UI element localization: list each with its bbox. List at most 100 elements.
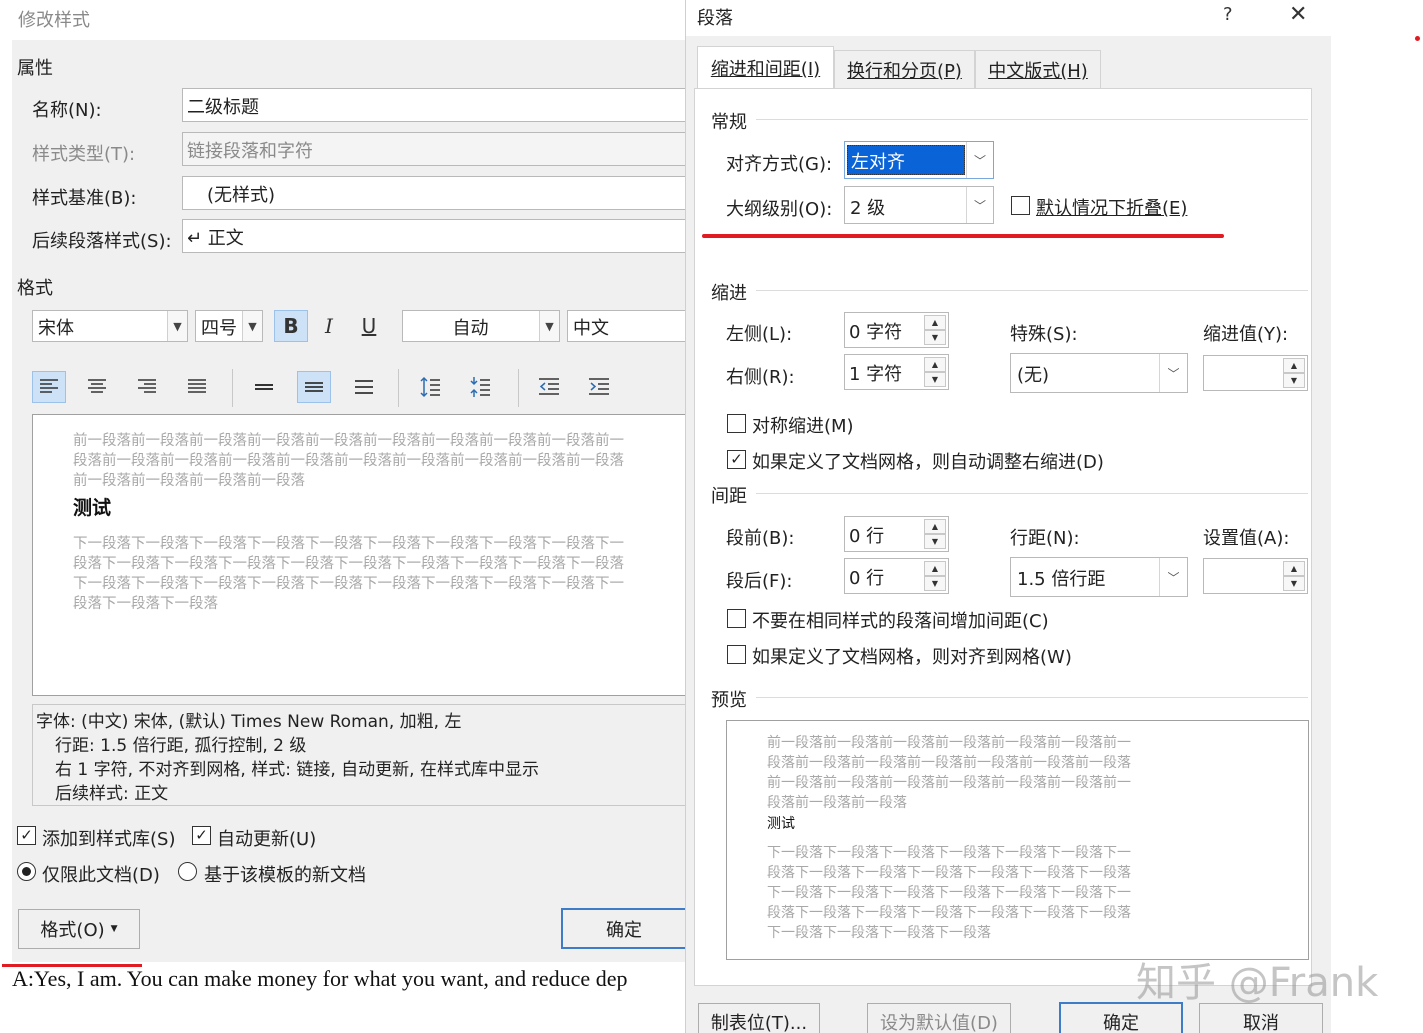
tab-indents-spacing[interactable]: 缩进和间距(I): [697, 46, 834, 89]
name-label: 名称(N):: [32, 100, 102, 121]
group-divider: [756, 697, 1308, 698]
font-size-combo[interactable]: 四号 ▼: [195, 310, 263, 342]
spin-down-icon[interactable]: ▼: [924, 330, 946, 345]
auto-update-checkbox[interactable]: ✓: [192, 826, 211, 845]
add-to-gallery-label: 添加到样式库(S): [42, 829, 176, 850]
spin-down-icon[interactable]: ▼: [924, 534, 946, 549]
font-color-combo[interactable]: 自动 ▼: [402, 310, 560, 342]
tab-label: 中文版式(H): [988, 60, 1088, 82]
font-color-value: 自动: [452, 318, 489, 339]
spacing-at-spinner[interactable]: ▲ ▼: [1203, 558, 1308, 594]
bold-button[interactable]: B: [274, 310, 308, 342]
one-half-spacing-icon[interactable]: [297, 371, 331, 403]
preview-after-line: 下一段落下一段落下一段落下一段落下一段落下一段落下一段落下一段落下一段落下一: [73, 536, 624, 552]
tabs-button[interactable]: 制表位(T)...: [698, 1003, 820, 1033]
increase-indent-icon[interactable]: [582, 371, 616, 403]
alignment-select[interactable]: 左对齐 ﹀: [844, 141, 994, 179]
tab-asian-typography[interactable]: 中文版式(H): [975, 50, 1101, 88]
group-divider: [756, 119, 1308, 120]
font-combo[interactable]: 宋体 ▼: [32, 310, 188, 342]
indent-by-label: 缩进值(Y):: [1203, 324, 1289, 345]
toolbar-divider: [398, 369, 399, 407]
script-combo[interactable]: 中文: [567, 310, 690, 342]
double-spacing-icon[interactable]: [347, 371, 381, 403]
auto-adjust-indent-checkbox[interactable]: ✓: [727, 450, 746, 469]
style-description: 字体: (中文) 宋体, (默认) Times New Roman, 加粗, 左…: [32, 704, 692, 806]
indent-by-spinner[interactable]: ▲ ▼: [1203, 355, 1308, 391]
preview-sample-text: 测试: [73, 497, 112, 519]
space-after-icon[interactable]: [463, 371, 497, 403]
indent-left-spinner[interactable]: 0 字符 ▲ ▼: [844, 312, 949, 348]
group-divider: [756, 493, 1308, 494]
style-type-label: 样式类型(T):: [32, 144, 136, 165]
add-to-gallery-checkbox[interactable]: ✓: [17, 826, 36, 845]
indent-left-label: 左侧(L):: [726, 324, 793, 345]
space-after-value: 0 行: [849, 568, 885, 589]
watermark-text: 知乎 @Frank: [1136, 960, 1379, 1006]
alignment-label: 对齐方式(G):: [726, 154, 833, 175]
chevron-down-icon: ▼: [539, 311, 559, 341]
indent-right-spinner[interactable]: 1 字符 ▲ ▼: [844, 354, 949, 390]
font-value: 宋体: [38, 318, 74, 339]
align-left-icon[interactable]: [32, 371, 66, 403]
justify-icon[interactable]: [180, 371, 214, 403]
chevron-down-icon: ▼: [167, 311, 187, 341]
dialog-title: 修改样式: [18, 10, 90, 31]
decrease-indent-icon[interactable]: [532, 371, 566, 403]
spin-down-icon[interactable]: ▼: [1283, 373, 1305, 388]
no-space-same-style-label: 不要在相同样式的段落间增加间距(C): [752, 611, 1049, 632]
tab-line-page-breaks[interactable]: 换行和分页(P): [834, 50, 975, 88]
preview-after-line: 下一段落下一段落下一段落下一段落下一段落下一段落下一: [767, 885, 1131, 901]
preview-sample-text: 测试: [767, 816, 795, 832]
single-spacing-icon[interactable]: [247, 371, 281, 403]
general-heading: 常规: [711, 112, 747, 133]
document-text: A:Yes, I am. You can make money for what…: [12, 966, 628, 991]
align-right-icon[interactable]: [130, 371, 164, 403]
outline-level-select[interactable]: 2 级 ﹀: [844, 186, 994, 224]
underline-button[interactable]: U: [352, 310, 386, 342]
no-space-same-style-checkbox[interactable]: [727, 609, 746, 628]
spin-up-icon[interactable]: ▲: [1283, 561, 1305, 576]
dialog-titlebar: [686, 0, 1332, 36]
spin-up-icon[interactable]: ▲: [1283, 358, 1305, 373]
space-after-spinner[interactable]: 0 行 ▲ ▼: [844, 558, 949, 594]
spin-up-icon[interactable]: ▲: [924, 519, 946, 534]
space-before-icon[interactable]: [413, 371, 447, 403]
align-center-icon[interactable]: [80, 371, 114, 403]
spin-up-icon[interactable]: ▲: [924, 357, 946, 372]
based-on-select[interactable]: (无样式): [182, 176, 690, 210]
close-icon[interactable]: ✕: [1289, 2, 1307, 27]
help-icon[interactable]: ?: [1223, 4, 1233, 25]
ok-button[interactable]: 确定: [561, 908, 687, 949]
new-docs-template-radio[interactable]: [178, 862, 197, 881]
special-indent-select[interactable]: (无) ﹀: [1010, 353, 1188, 393]
chevron-down-icon: ﹀: [1159, 558, 1187, 596]
auto-update-label: 自动更新(U): [217, 829, 317, 850]
space-before-spinner[interactable]: 0 行 ▲ ▼: [844, 516, 949, 552]
snap-to-grid-checkbox[interactable]: [727, 645, 746, 664]
space-after-label: 段后(F):: [726, 571, 793, 592]
collapse-default-checkbox[interactable]: [1011, 196, 1030, 215]
annotation-underline: [702, 234, 1224, 238]
italic-button[interactable]: I: [312, 310, 346, 342]
line-spacing-select[interactable]: 1.5 倍行距 ﹀: [1010, 557, 1188, 597]
next-style-select[interactable]: ↵ 正文: [182, 219, 690, 253]
spin-down-icon[interactable]: ▼: [1283, 576, 1305, 591]
spacing-heading: 间距: [711, 486, 747, 507]
spin-down-icon[interactable]: ▼: [924, 372, 946, 387]
format-menu-label: 格式(O): [40, 920, 105, 941]
chevron-down-icon: ﹀: [1159, 354, 1187, 392]
next-style-label: 后续段落样式(S):: [32, 231, 172, 252]
mirror-indents-checkbox[interactable]: [727, 414, 746, 433]
script-value: 中文: [573, 318, 609, 339]
spin-up-icon[interactable]: ▲: [924, 315, 946, 330]
set-default-button[interactable]: 设为默认值(D): [867, 1003, 1011, 1033]
font-size-value: 四号: [201, 318, 237, 339]
preview-before-line: 段落前一段落前一段落: [767, 795, 907, 811]
spin-up-icon[interactable]: ▲: [924, 561, 946, 576]
spin-down-icon[interactable]: ▼: [924, 576, 946, 591]
name-input[interactable]: 二级标题: [182, 88, 690, 122]
preview-after-line: 段落下一段落下一段落下一段落下一段落下一段落下一段落: [767, 905, 1131, 921]
only-this-document-radio[interactable]: [17, 862, 36, 881]
format-menu-button[interactable]: 格式(O) ▼: [18, 909, 140, 949]
